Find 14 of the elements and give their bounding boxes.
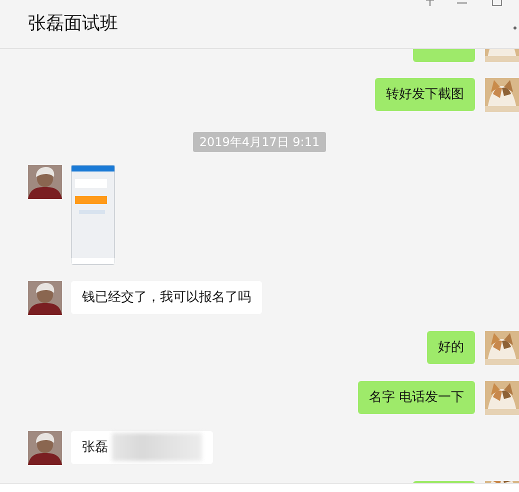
message-bubble bbox=[413, 49, 475, 62]
avatar bbox=[28, 431, 62, 465]
timestamp: 2019年4月17日 9:11 bbox=[193, 132, 326, 152]
chat-title: 张磊面试班 bbox=[28, 15, 118, 33]
more-icon[interactable] bbox=[513, 26, 517, 30]
phone-screenshot-drawing[interactable] bbox=[71, 165, 115, 265]
message-bubble: 名字 电话发一下 bbox=[358, 381, 475, 414]
message-bubble: 钱已经交了，我可以报名了吗 bbox=[71, 281, 262, 314]
message-bubble: 好的 bbox=[427, 331, 475, 364]
avatar bbox=[28, 281, 62, 315]
avatar bbox=[28, 165, 62, 199]
message-bubble: 转好发下截图 bbox=[375, 78, 475, 111]
input-area[interactable] bbox=[0, 483, 519, 492]
message-bubble: 张磊 bbox=[71, 431, 213, 464]
